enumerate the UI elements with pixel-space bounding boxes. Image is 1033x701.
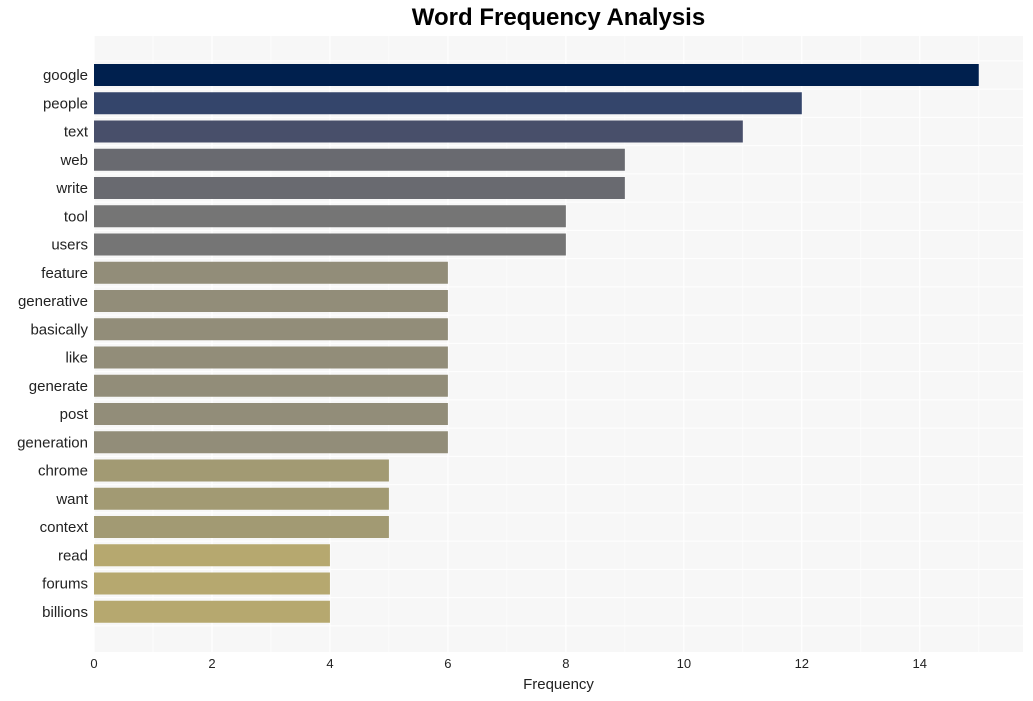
bar-want xyxy=(94,487,389,510)
bar-chart: google people text web write tool users feature… xyxy=(17,36,1023,693)
bar-read xyxy=(94,544,330,567)
x-tick-label: 4 xyxy=(326,656,333,671)
y-tick-label: context xyxy=(40,519,89,536)
x-tick-label: 2 xyxy=(208,656,215,671)
bar-feature xyxy=(94,261,448,284)
y-tick-label: feature xyxy=(41,265,88,282)
y-tick-label: write xyxy=(55,180,88,197)
y-tick-label: want xyxy=(55,491,89,508)
x-tick-label: 0 xyxy=(90,656,97,671)
bar-generate xyxy=(94,374,448,397)
x-tick-label: 10 xyxy=(677,656,691,671)
x-tick-label: 14 xyxy=(913,656,927,671)
bar-context xyxy=(94,516,389,538)
bar-web xyxy=(94,148,625,171)
x-tick-label: 12 xyxy=(795,656,809,671)
y-tick-label: generate xyxy=(29,378,88,395)
y-tick-label: people xyxy=(43,95,88,112)
y-tick-label: forums xyxy=(42,576,88,593)
bar-google xyxy=(94,64,979,86)
bar-people xyxy=(94,92,802,115)
y-tick-label: text xyxy=(64,124,89,141)
bar-basically xyxy=(94,318,448,341)
y-tick-label: tool xyxy=(64,208,88,225)
bar-forums xyxy=(94,572,330,595)
bar-generative xyxy=(94,290,448,312)
bar-users xyxy=(94,233,566,256)
bar-text xyxy=(94,120,743,143)
y-tick-label: generative xyxy=(18,293,88,310)
bar-generation xyxy=(94,431,448,454)
bar-chrome xyxy=(94,459,389,482)
bar-write xyxy=(94,177,625,199)
x-axis-label: Frequency xyxy=(523,676,594,693)
y-tick-label: basically xyxy=(30,321,88,338)
y-tick-label: generation xyxy=(17,434,88,451)
y-axis-labels: google people text web write tool users feature… xyxy=(17,67,89,621)
y-tick-label: web xyxy=(59,152,88,169)
x-tick-label: 6 xyxy=(444,656,451,671)
y-tick-label: users xyxy=(51,237,88,254)
x-axis-ticks: 0 2 4 6 8 10 12 14 xyxy=(90,656,927,671)
bar-like xyxy=(94,346,448,369)
bar-tool xyxy=(94,205,566,228)
y-tick-label: billions xyxy=(42,604,88,621)
y-tick-label: chrome xyxy=(38,463,88,480)
y-tick-label: post xyxy=(60,406,89,423)
x-tick-label: 8 xyxy=(562,656,569,671)
bar-billions xyxy=(94,600,330,623)
y-tick-label: google xyxy=(43,67,88,84)
bar-post xyxy=(94,403,448,425)
y-tick-label: read xyxy=(58,547,88,564)
y-tick-label: like xyxy=(65,350,88,367)
